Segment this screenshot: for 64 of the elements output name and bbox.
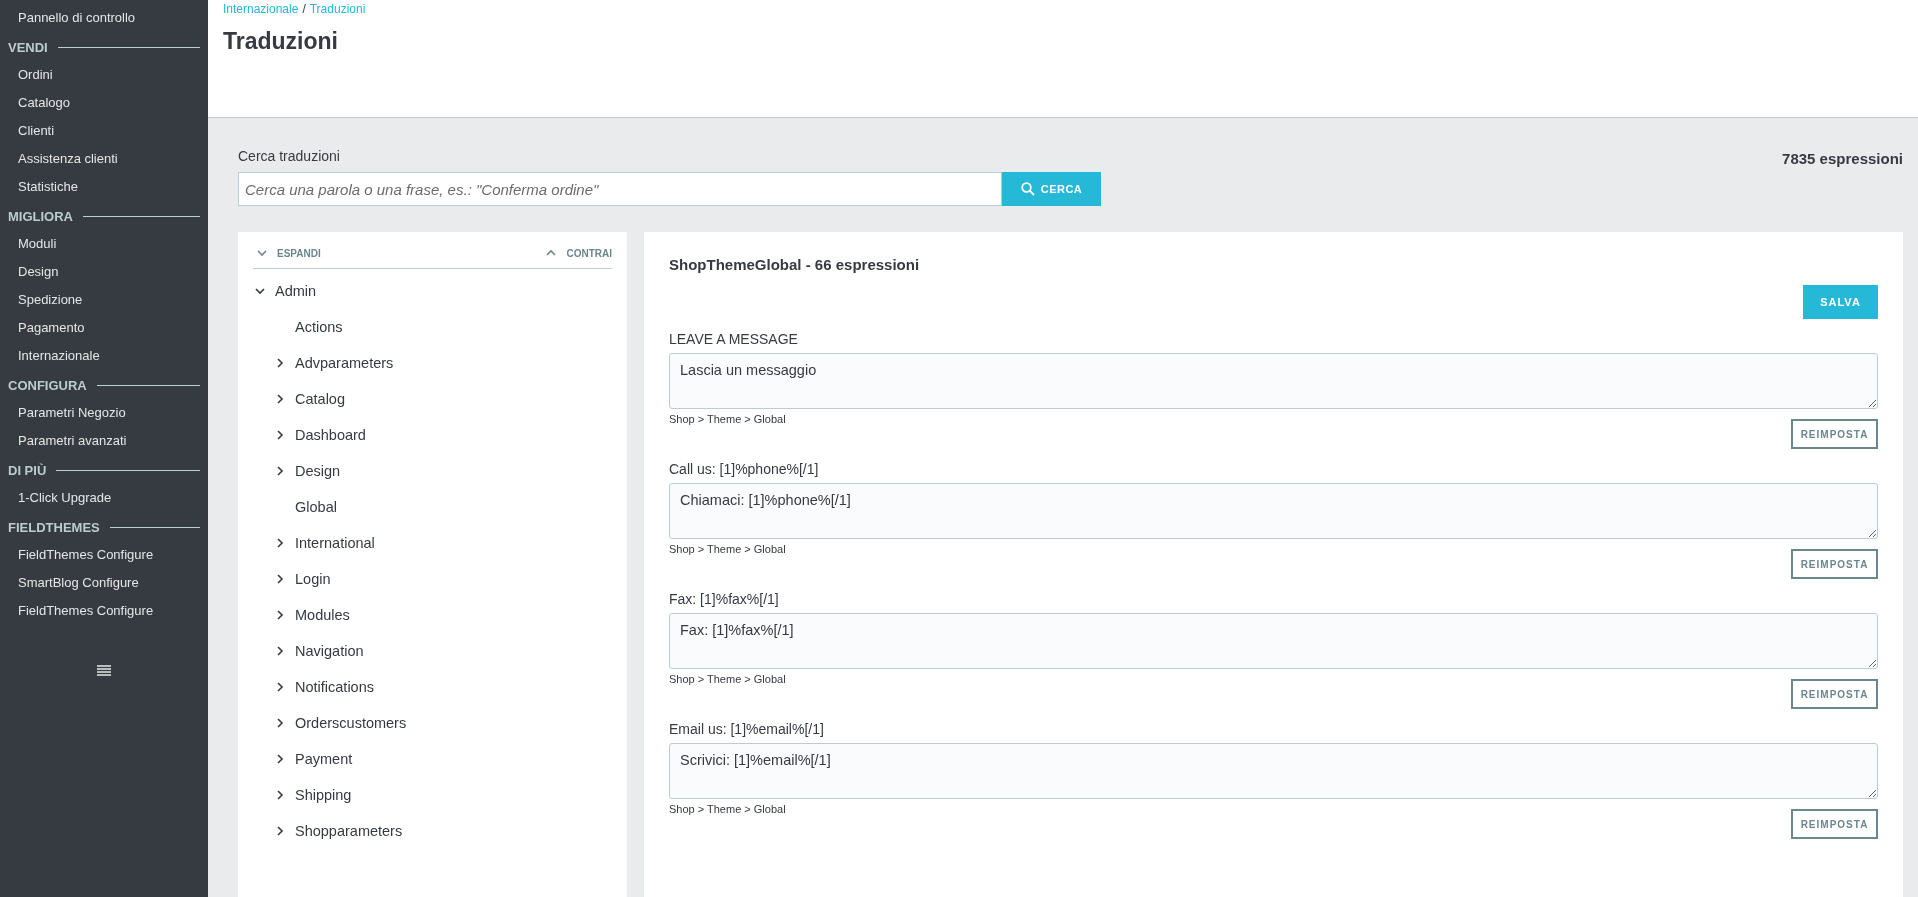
sidebar-section-title: MIGLIORA <box>8 209 73 224</box>
sidebar-item[interactable]: Statistiche <box>0 173 208 201</box>
tree-item[interactable]: Admin <box>275 283 317 299</box>
reset-button[interactable]: REIMPOSTA <box>1791 419 1878 449</box>
translation-field[interactable]: Scrivici: [1]%email%[/1] <box>669 743 1878 799</box>
menu-icon[interactable] <box>97 665 111 677</box>
sidebar-item[interactable]: Pannello di controllo <box>0 4 208 32</box>
sidebar-item[interactable]: Internazionale <box>0 342 208 370</box>
sidebar-item[interactable]: Parametri Negozio <box>0 399 208 427</box>
domain-path: Shop > Theme > Global <box>669 673 787 685</box>
translation-field[interactable]: Lascia un messaggio <box>669 353 1878 409</box>
sidebar-section-title: DI PIÙ <box>8 463 47 478</box>
tree-item[interactable]: International <box>295 535 375 551</box>
expression-count: 7835 espressioni <box>1782 149 1903 167</box>
sidebar-item[interactable]: Pagamento <box>0 314 208 342</box>
sidebar-section-title: CONFIGURA <box>8 378 87 393</box>
tree-item[interactable]: Notifications <box>295 679 374 695</box>
reset-button[interactable]: REIMPOSTA <box>1791 549 1878 579</box>
reset-button[interactable]: REIMPOSTA <box>1791 809 1878 839</box>
tree-item[interactable]: Modules <box>295 607 350 623</box>
sidebar-item[interactable]: FieldThemes Configure <box>0 541 208 569</box>
source-text: Call us: [1]%phone%[/1] <box>669 461 820 477</box>
breadcrumb-separator: / <box>302 2 306 16</box>
sidebar-item[interactable]: Spedizione <box>0 286 208 314</box>
search-icon <box>1020 182 1035 196</box>
tree-item[interactable]: Shipping <box>295 787 352 803</box>
reset-button[interactable]: REIMPOSTA <box>1791 679 1878 709</box>
domain-path: Shop > Theme > Global <box>669 803 787 815</box>
sidebar-item[interactable]: 1-Click Upgrade <box>0 484 208 512</box>
sidebar-item[interactable]: Parametri avanzati <box>0 427 208 455</box>
source-text: LEAVE A MESSAGE <box>669 331 799 347</box>
tree-item[interactable]: Payment <box>295 751 353 767</box>
tree-item[interactable]: Login <box>295 571 331 587</box>
source-text: Email us: [1]%email%[/1] <box>669 721 825 737</box>
sidebar-item[interactable]: SmartBlog Configure <box>0 569 208 597</box>
panel-title: ShopThemeGlobal - 66 espressioni <box>669 256 921 273</box>
domain-path: Shop > Theme > Global <box>669 543 787 555</box>
source-text: Fax: [1]%fax%[/1] <box>669 591 780 607</box>
sidebar-item[interactable]: FieldThemes Configure <box>0 597 208 625</box>
sidebar-item[interactable]: Clienti <box>0 117 208 145</box>
tree-item[interactable]: Shopparameters <box>295 823 403 839</box>
tree-item[interactable]: Global <box>295 499 337 515</box>
sidebar-item[interactable]: Design <box>0 258 208 286</box>
tree-item[interactable]: Catalog <box>295 391 345 407</box>
translation-field[interactable]: Chiamaci: [1]%phone%[/1] <box>669 483 1878 539</box>
sidebar-item[interactable]: Catalogo <box>0 89 208 117</box>
tree-item[interactable]: Orderscustomers <box>295 715 407 731</box>
sidebar-item[interactable]: Assistenza clienti <box>0 145 208 173</box>
domain-path: Shop > Theme > Global <box>669 413 787 425</box>
tree-item[interactable]: Navigation <box>295 643 364 659</box>
sidebar-item[interactable]: Moduli <box>0 230 208 258</box>
sidebar-item[interactable]: Ordini <box>0 61 208 89</box>
expand-all-button[interactable]: ESPANDI <box>255 246 321 260</box>
tree-item[interactable]: Design <box>295 463 341 479</box>
tree-item[interactable]: Dashboard <box>295 427 366 443</box>
sidebar-section-title: VENDI <box>8 40 48 55</box>
search-label: Cerca traduzioni <box>238 148 341 164</box>
tree-item[interactable]: Actions <box>295 319 343 335</box>
translation-field[interactable]: Fax: [1]%fax%[/1] <box>669 613 1878 669</box>
search-field[interactable]: Cerca una parola o una frase, es.: "Conferma ordine" <box>238 172 1002 206</box>
tree-item[interactable]: Advparameters <box>295 355 394 371</box>
sidebar-section-title: FIELDTHEMES <box>8 520 100 535</box>
page-title: Traduzioni <box>223 28 339 55</box>
collapse-all-button[interactable]: CONTRAI <box>544 246 612 260</box>
